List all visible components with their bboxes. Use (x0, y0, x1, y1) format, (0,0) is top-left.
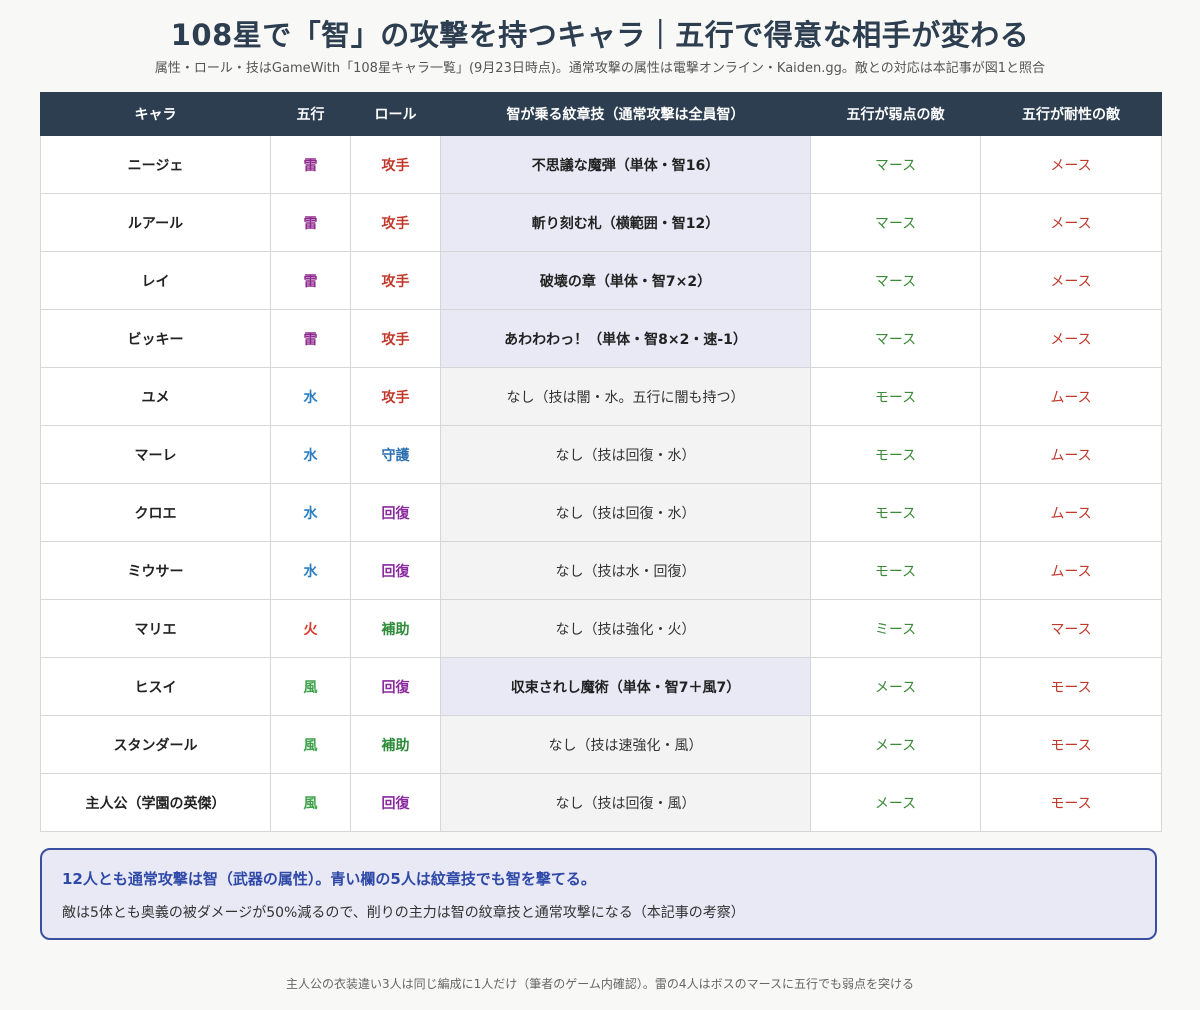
element-cell: 風 (270, 715, 351, 774)
skill-cell: なし（技は強化・火） (440, 599, 811, 658)
skill-cell: 不思議な魔弾（単体・智16） (440, 135, 811, 194)
role-cell: 補助 (350, 715, 441, 774)
role-cell: 回復 (350, 483, 441, 542)
resist-enemy-cell: メース (980, 135, 1162, 194)
character-name: ビッキー (40, 309, 271, 368)
weak-enemy-cell: モース (810, 367, 981, 426)
resist-enemy-cell: モース (980, 657, 1162, 716)
character-name: マリエ (40, 599, 271, 658)
character-name: ヒスイ (40, 657, 271, 716)
table-row: ニージェ雷攻手 不思議な魔弾（単体・智16） マース メース (40, 135, 1162, 194)
resist-enemy-cell: ムース (980, 483, 1162, 542)
role-cell: 攻手 (350, 251, 441, 310)
note-text: 敵は5体とも奥義の被ダメージが50%減るので、削りの主力は智の紋章技と通常攻撃に… (62, 905, 745, 921)
role-cell: 攻手 (350, 309, 441, 368)
element-cell: 雷 (270, 135, 351, 194)
character-name: マーレ (40, 425, 271, 484)
skill-cell: なし（技は回復・水） (440, 425, 811, 484)
resist-enemy-cell: ムース (980, 367, 1162, 426)
element-cell: 水 (270, 541, 351, 600)
resist-enemy-cell: マース (980, 599, 1162, 658)
role-cell: 補助 (350, 599, 441, 658)
weak-enemy-cell: マース (810, 251, 981, 310)
element-cell: 雷 (270, 309, 351, 368)
role-cell: 守護 (350, 425, 441, 484)
role-cell: 攻手 (350, 135, 441, 194)
table-row: マリエ火補助 なし（技は強化・火） ミース マース (40, 599, 1162, 658)
role-cell: 攻手 (350, 193, 441, 252)
element-cell: 雷 (270, 193, 351, 252)
table-body: ニージェ雷攻手 不思議な魔弾（単体・智16） マース メース ルアール雷攻手 斬り刻む札（… (40, 135, 1162, 832)
note-box: 12人とも通常攻撃は智（武器の属性）。青い欄の5人は紋章技でも智を撃てる。 敵は… (40, 848, 1157, 940)
weak-enemy-cell: マース (810, 309, 981, 368)
skill-cell: 収束されし魔術（単体・智7＋風7） (440, 657, 811, 716)
role-cell: 攻手 (350, 367, 441, 426)
weak-enemy-cell: ミース (810, 599, 981, 658)
table-row: クロエ水回復 なし（技は回復・水） モース ムース (40, 483, 1162, 542)
footer-note: 主人公の衣装違い3人は同じ編成に1人だけ（筆者のゲーム内確認）。雷の4人はボスの… (286, 977, 914, 991)
weak-enemy-cell: メース (810, 715, 981, 774)
page-subtitle: 属性・ロール・技はGameWith「108星キャラ一覧」(9月23日時点)。通常… (154, 61, 1046, 76)
weak-enemy-cell: モース (810, 541, 981, 600)
character-name: スタンダール (40, 715, 271, 774)
weak-enemy-cell: マース (810, 135, 981, 194)
skill-cell: あわわわっ！（単体・智8×2・速-1） (440, 309, 811, 368)
resist-enemy-cell: メース (980, 251, 1162, 310)
skill-cell: 斬り刻む札（横範囲・智12） (440, 193, 811, 252)
resist-enemy-cell: モース (980, 715, 1162, 774)
table-row: 主人公（学園の英傑）風回復 なし（技は回復・風） メース モース (40, 773, 1162, 832)
character-table: キャラ 五行 ロール 智が乗る紋章技（通常攻撃は全員智） 五行が弱点の敵 五行が… (40, 92, 1162, 832)
resist-enemy-cell: ムース (980, 425, 1162, 484)
note-title: 12人とも通常攻撃は智（武器の属性）。青い欄の5人は紋章技でも智を撃てる。 (62, 870, 596, 888)
character-name: 主人公（学園の英傑） (40, 773, 271, 832)
header-weak-enemy: 五行が弱点の敵 (810, 92, 981, 136)
skill-cell: なし（技は闇・水。五行に闇も持つ） (440, 367, 811, 426)
character-name: ユメ (40, 367, 271, 426)
table-row: スタンダール風補助 なし（技は速強化・風） メース モース (40, 715, 1162, 774)
role-cell: 回復 (350, 657, 441, 716)
skill-cell: なし（技は速強化・風） (440, 715, 811, 774)
element-cell: 水 (270, 425, 351, 484)
table-row: ヒスイ風回復 収束されし魔術（単体・智7＋風7） メース モース (40, 657, 1162, 716)
character-name: レイ (40, 251, 271, 310)
table-row: ミウサー水回復 なし（技は水・回復） モース ムース (40, 541, 1162, 600)
page-title: 108星で「智」の攻撃を持つキャラ｜五行で得意な相手が変わる (170, 18, 1030, 52)
element-cell: 雷 (270, 251, 351, 310)
character-name: ルアール (40, 193, 271, 252)
resist-enemy-cell: ムース (980, 541, 1162, 600)
character-name: クロエ (40, 483, 271, 542)
role-cell: 回復 (350, 773, 441, 832)
weak-enemy-cell: メース (810, 657, 981, 716)
resist-enemy-cell: メース (980, 309, 1162, 368)
header-character: キャラ (40, 92, 271, 136)
character-name: ニージェ (40, 135, 271, 194)
element-cell: 風 (270, 773, 351, 832)
table-row: ルアール雷攻手 斬り刻む札（横範囲・智12） マース メース (40, 193, 1162, 252)
resist-enemy-cell: メース (980, 193, 1162, 252)
header-resist-enemy: 五行が耐性の敵 (980, 92, 1162, 136)
skill-cell: なし（技は回復・水） (440, 483, 811, 542)
header-role: ロール (350, 92, 441, 136)
table-row: マーレ水守護 なし（技は回復・水） モース ムース (40, 425, 1162, 484)
weak-enemy-cell: モース (810, 425, 981, 484)
role-cell: 回復 (350, 541, 441, 600)
skill-cell: 破壊の章（単体・智7×2） (440, 251, 811, 310)
element-cell: 火 (270, 599, 351, 658)
element-cell: 風 (270, 657, 351, 716)
character-name: ミウサー (40, 541, 271, 600)
element-cell: 水 (270, 483, 351, 542)
header-element: 五行 (270, 92, 351, 136)
skill-cell: なし（技は水・回復） (440, 541, 811, 600)
table-row: ビッキー雷攻手 あわわわっ！（単体・智8×2・速-1） マース メース (40, 309, 1162, 368)
skill-cell: なし（技は回復・風） (440, 773, 811, 832)
element-cell: 水 (270, 367, 351, 426)
table-row: レイ雷攻手 破壊の章（単体・智7×2） マース メース (40, 251, 1162, 310)
weak-enemy-cell: メース (810, 773, 981, 832)
weak-enemy-cell: モース (810, 483, 981, 542)
table-header-row: キャラ 五行 ロール 智が乗る紋章技（通常攻撃は全員智） 五行が弱点の敵 五行が… (40, 92, 1162, 136)
table-row: ユメ水攻手 なし（技は闇・水。五行に闇も持つ） モース ムース (40, 367, 1162, 426)
weak-enemy-cell: マース (810, 193, 981, 252)
resist-enemy-cell: モース (980, 773, 1162, 832)
header-skill: 智が乗る紋章技（通常攻撃は全員智） (440, 92, 811, 136)
